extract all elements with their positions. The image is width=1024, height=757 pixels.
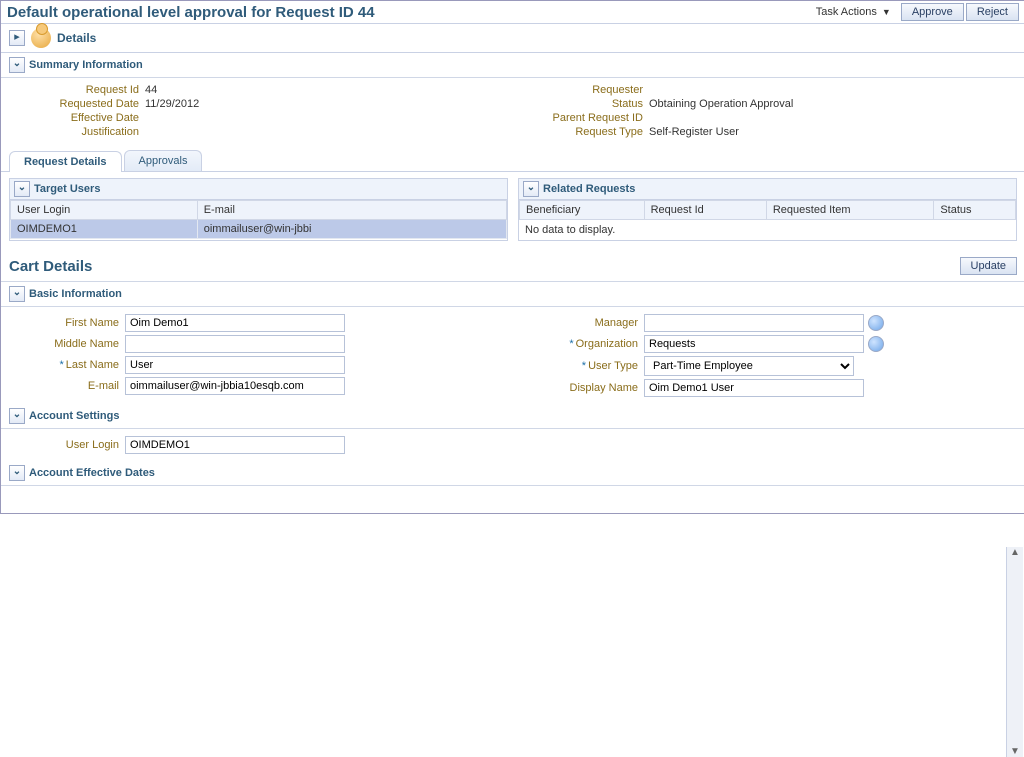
label-user-type: *User Type: [528, 360, 638, 372]
organization-field[interactable]: [644, 335, 864, 353]
details-heading: Details: [57, 31, 96, 45]
label-email: E-mail: [9, 380, 119, 392]
col-requested-item[interactable]: Requested Item: [766, 201, 933, 220]
chevron-down-icon: ▼: [882, 7, 891, 17]
label-manager: Manager: [528, 317, 638, 329]
manager-field[interactable]: [644, 314, 864, 332]
first-name-field[interactable]: [125, 314, 345, 332]
user-icon: [31, 28, 51, 48]
label-first-name: First Name: [9, 317, 119, 329]
account-settings-heading: Account Settings: [29, 410, 119, 422]
manager-lookup-icon[interactable]: [868, 315, 884, 331]
update-button[interactable]: Update: [960, 257, 1017, 275]
user-type-select[interactable]: Part-Time Employee: [644, 356, 854, 376]
email-field[interactable]: [125, 377, 345, 395]
label-request-type: Request Type: [513, 126, 643, 138]
basic-info-heading: Basic Information: [29, 288, 122, 300]
col-status[interactable]: Status: [934, 201, 1016, 220]
scrollbar[interactable]: ▲ ▼: [1006, 547, 1023, 757]
label-middle-name: Middle Name: [9, 338, 119, 350]
details-disclose-icon[interactable]: ▸: [9, 30, 25, 46]
tab-request-details[interactable]: Request Details: [9, 151, 122, 172]
label-request-id: Request Id: [9, 84, 139, 96]
table-row[interactable]: OIMDEMO1oimmailuser@win-jbbi: [11, 220, 507, 239]
task-actions-menu[interactable]: Task Actions ▼: [816, 6, 891, 18]
value-request-id: 44: [145, 84, 157, 96]
scroll-down-icon[interactable]: ▼: [1010, 746, 1020, 757]
value-status: Obtaining Operation Approval: [649, 98, 793, 110]
value-request-type: Self-Register User: [649, 126, 739, 138]
target-users-disclose-icon[interactable]: ⌄: [14, 181, 30, 197]
middle-name-field[interactable]: [125, 335, 345, 353]
label-justification: Justification: [9, 126, 139, 138]
cart-details-heading: Cart Details: [9, 258, 958, 275]
approve-button[interactable]: Approve: [901, 3, 964, 21]
col-email[interactable]: E-mail: [197, 201, 506, 220]
label-last-name: *Last Name: [9, 359, 119, 371]
summary-disclose-icon[interactable]: ⌄: [9, 57, 25, 73]
panel-target-users: ⌄ Target Users User LoginE-mail OIMDEMO1o…: [9, 178, 508, 241]
account-dates-heading: Account Effective Dates: [29, 467, 155, 479]
cell-user-login: OIMDEMO1: [11, 220, 198, 239]
value-requested-date: 11/29/2012: [145, 98, 199, 110]
label-organization: *Organization: [528, 338, 638, 350]
account-dates-disclose-icon[interactable]: ⌄: [9, 465, 25, 481]
page-title: Default operational level approval for R…: [7, 4, 816, 21]
user-login-field[interactable]: [125, 436, 345, 454]
account-settings-disclose-icon[interactable]: ⌄: [9, 408, 25, 424]
scroll-up-icon[interactable]: ▲: [1010, 547, 1020, 558]
basic-info-disclose-icon[interactable]: ⌄: [9, 286, 25, 302]
label-parent-request: Parent Request ID: [513, 112, 643, 124]
reject-button[interactable]: Reject: [966, 3, 1019, 21]
col-user-login[interactable]: User Login: [11, 201, 198, 220]
related-requests-empty: No data to display.: [519, 220, 1016, 240]
col-request-id[interactable]: Request Id: [644, 201, 766, 220]
label-requester: Requester: [513, 84, 643, 96]
summary-heading: Summary Information: [29, 59, 143, 71]
organization-lookup-icon[interactable]: [868, 336, 884, 352]
related-requests-heading: Related Requests: [543, 183, 635, 195]
label-status: Status: [513, 98, 643, 110]
tab-approvals[interactable]: Approvals: [124, 150, 203, 171]
target-users-heading: Target Users: [34, 183, 100, 195]
col-beneficiary[interactable]: Beneficiary: [520, 201, 645, 220]
related-requests-disclose-icon[interactable]: ⌄: [523, 181, 539, 197]
label-display-name: Display Name: [528, 382, 638, 394]
task-actions-label: Task Actions: [816, 6, 877, 18]
last-name-field[interactable]: [125, 356, 345, 374]
display-name-field[interactable]: [644, 379, 864, 397]
label-requested-date: Requested Date: [9, 98, 139, 110]
panel-related-requests: ⌄ Related Requests Beneficiary Request Id…: [518, 178, 1017, 241]
cell-email: oimmailuser@win-jbbi: [197, 220, 506, 239]
label-effective-date: Effective Date: [9, 112, 139, 124]
label-user-login: User Login: [9, 439, 119, 451]
